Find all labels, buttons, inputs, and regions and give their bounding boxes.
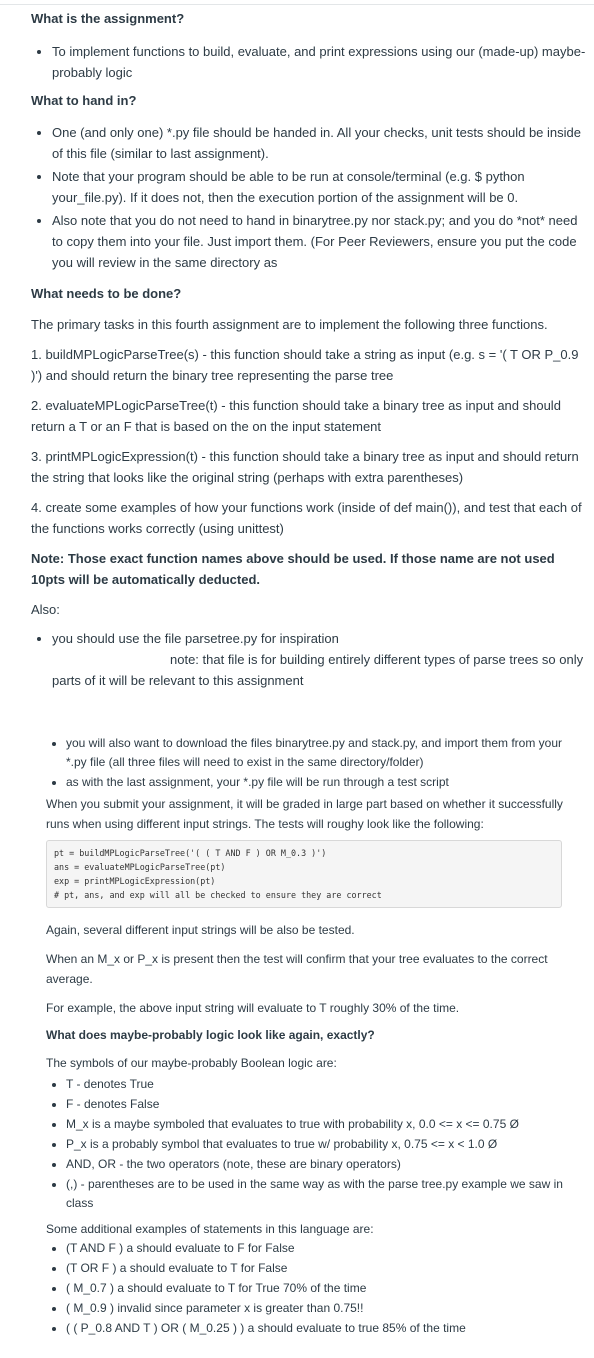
also-note: note: that file is for building entirely… [170,652,584,667]
todo-item: 2. evaluateMPLogicParseTree(t) - this fu… [31,398,561,434]
assignment-list: To implement functions to build, evaluat… [31,41,586,83]
submit-text: When you submit your assignment, it will… [46,797,563,831]
examples-intro: Some additional examples of statements i… [46,1222,374,1236]
list-item: you will also want to download the files… [66,734,566,772]
example-text: For example, the above input string will… [46,1001,460,1015]
list-item: (,) - parentheses are to be used in the … [66,1175,566,1213]
todo-item: 3. printMPLogicExpression(t) - this func… [31,449,579,485]
assignment-heading: What is the assignment? [31,11,185,26]
top-divider [0,4,594,5]
examples-list: (T AND F ) a should evaluate to F for Fa… [46,1239,566,1338]
handin-list: One (and only one) *.py file should be h… [31,122,586,273]
list-item: Also note that you do not need to hand i… [52,210,586,273]
average-text: When an M_x or P_x is present then the t… [46,952,548,986]
list-item: Note that your program should be able to… [52,166,586,208]
todo-heading: What needs to be done? [31,286,182,301]
list-item: (T OR F ) a should evaluate to T for Fal… [66,1259,566,1278]
todo-intro: The primary tasks in this fourth assignm… [31,317,548,332]
test-details: you will also want to download the files… [46,734,566,1339]
list-item: (T AND F ) a should evaluate to F for Fa… [66,1239,566,1258]
also-note-cont: parts of it will be relevant to this ass… [52,673,304,688]
naming-note: Note: Those exact function names above s… [31,551,555,587]
list-item: ( ( P_0.8 AND T ) OR ( M_0.25 ) ) a shou… [66,1319,566,1338]
code-block: pt = buildMPLogicParseTree('( ( T AND F … [46,840,562,908]
todo-item: 4. create some examples of how your func… [31,500,582,536]
logic-heading: What does maybe-probably logic look like… [46,1028,375,1042]
symbols-list: T - denotes True F - denotes False M_x i… [46,1075,566,1213]
assignment-content: What is the assignment? To implement fun… [31,10,586,693]
again-text: Again, several different input strings w… [46,923,355,937]
list-item: P_x is a probably symbol that evaluates … [66,1135,566,1154]
also-label: Also: [31,602,60,617]
todo-item: 1. buildMPLogicParseTree(s) - this funct… [31,347,579,383]
list-item: you should use the file parsetree.py for… [52,628,586,691]
list-item: T - denotes True [66,1075,566,1094]
list-item: ( M_0.7 ) a should evaluate to T for Tru… [66,1279,566,1298]
download-list: you will also want to download the files… [46,734,566,792]
list-item: One (and only one) *.py file should be h… [52,122,586,164]
list-item: F - denotes False [66,1095,566,1114]
also-list: you should use the file parsetree.py for… [31,628,586,691]
list-item: as with the last assignment, your *.py f… [66,773,566,792]
list-item: To implement functions to build, evaluat… [52,41,586,83]
list-item: M_x is a maybe symboled that evaluates t… [66,1115,566,1134]
symbols-intro: The symbols of our maybe-probably Boolea… [46,1056,337,1070]
also-bullet-text: you should use the file parsetree.py for… [52,631,339,646]
list-item: AND, OR - the two operators (note, these… [66,1155,566,1174]
handin-heading: What to hand in? [31,93,137,108]
list-item: ( M_0.9 ) invalid since parameter x is g… [66,1299,566,1318]
